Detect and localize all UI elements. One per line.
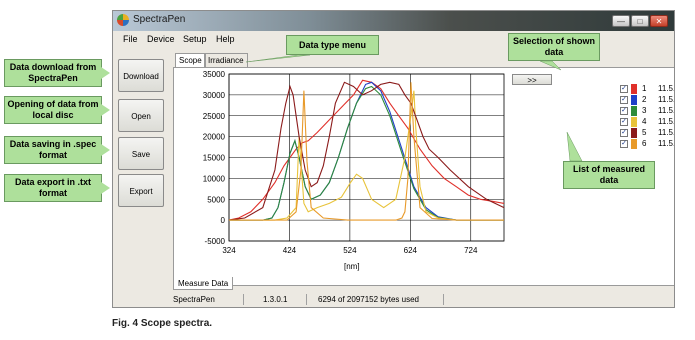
y-tick-label: 15000 <box>203 154 226 163</box>
y-tick-label: 20000 <box>203 133 226 142</box>
measurement-id: 4 <box>642 117 647 126</box>
x-tick-label: 524 <box>343 246 357 255</box>
color-swatch <box>631 84 637 94</box>
export-button[interactable]: Export <box>118 174 164 207</box>
y-tick-label: 30000 <box>203 91 226 100</box>
measurement-checkbox[interactable]: ✓ <box>620 85 628 93</box>
measurement-checkbox[interactable]: ✓ <box>620 129 628 137</box>
menu-file[interactable]: File <box>123 34 138 44</box>
color-swatch <box>631 139 637 149</box>
show-list-button[interactable]: >> <box>512 74 552 85</box>
measurement-date: 11.5.2018 10:51:35 <box>658 139 675 148</box>
measurement-id: 5 <box>642 128 647 137</box>
minimize-button[interactable]: — <box>612 15 630 27</box>
app-logo-icon <box>117 14 129 26</box>
callout-download: Data download from SpectraPen <box>4 59 110 87</box>
tab-irradiance[interactable]: Irradiance <box>204 53 248 67</box>
status-bytes: 6294 of 2097152 bytes used <box>318 295 419 304</box>
measurement-date: 11.5.2018 10:47:30 <box>658 117 675 126</box>
tab-measure-data[interactable]: Measure Data <box>173 277 234 290</box>
menu-help[interactable]: Help <box>216 34 235 44</box>
callout-selection: Selection of shown data <box>508 33 600 61</box>
measurement-id: 6 <box>642 139 647 148</box>
callout-data-type: Data type menu <box>286 35 379 55</box>
measurement-id: 1 <box>642 84 647 93</box>
color-swatch <box>631 117 637 127</box>
y-tick-label: 25000 <box>203 112 226 121</box>
chart-grid <box>228 73 505 242</box>
x-axis-label: [nm] <box>344 262 360 271</box>
y-tick-label: -5000 <box>205 237 226 246</box>
x-axis-ticks: 324 424 524 624 724 <box>222 246 478 255</box>
download-button[interactable]: Download <box>118 59 164 92</box>
x-tick-label: 724 <box>464 246 478 255</box>
x-tick-label: 324 <box>222 246 236 255</box>
menu-device[interactable]: Device <box>147 34 175 44</box>
maximize-button[interactable]: □ <box>631 15 649 27</box>
callout-list: List of measured data <box>563 161 655 189</box>
y-tick-label: 5000 <box>207 195 225 204</box>
status-bar: SpectraPen 1.3.0.1 6294 of 2097152 bytes… <box>113 292 674 307</box>
open-button[interactable]: Open <box>118 99 164 132</box>
window-title: SpectraPen <box>133 14 186 25</box>
callout-save: Data saving in .spec format <box>4 136 110 164</box>
save-button[interactable]: Save <box>118 137 164 170</box>
callout-export: Data export in .txt format <box>4 174 110 202</box>
tab-scope[interactable]: Scope <box>175 53 206 67</box>
measurement-date: 11.5.2018 10:47:09 <box>658 95 675 104</box>
measurement-date: 11.5.2018 10:50:18 <box>658 128 675 137</box>
color-swatch <box>631 128 637 138</box>
status-version: 1.3.0.1 <box>263 295 288 304</box>
title-bar[interactable]: SpectraPen — □ ✕ <box>113 11 674 31</box>
menu-setup[interactable]: Setup <box>183 34 207 44</box>
figure-caption: Fig. 4 Scope spectra. <box>112 318 213 329</box>
x-tick-label: 624 <box>404 246 418 255</box>
callout-open: Opening of data from local disc <box>4 96 110 124</box>
measurement-checkbox[interactable]: ✓ <box>620 96 628 104</box>
measurement-checkbox[interactable]: ✓ <box>620 140 628 148</box>
status-app: SpectraPen <box>173 295 215 304</box>
color-swatch <box>631 106 637 116</box>
measurement-checkbox[interactable]: ✓ <box>620 107 628 115</box>
x-tick-label: 424 <box>283 246 297 255</box>
measurement-id: 3 <box>642 106 647 115</box>
measurement-date: 11.5.2018 10:47:21 <box>658 106 675 115</box>
y-tick-label: 35000 <box>203 70 226 79</box>
measurement-date: 11.5.2018 8:57:35 <box>658 84 675 93</box>
color-swatch <box>631 95 637 105</box>
y-tick-label: 10000 <box>203 174 226 183</box>
y-tick-label: 0 <box>221 216 226 225</box>
measurement-checkbox[interactable]: ✓ <box>620 118 628 126</box>
y-axis-ticks: 35000 30000 25000 20000 15000 10000 5000 0 -5000 <box>203 70 226 246</box>
measurement-id: 2 <box>642 95 647 104</box>
close-button[interactable]: ✕ <box>650 15 668 27</box>
